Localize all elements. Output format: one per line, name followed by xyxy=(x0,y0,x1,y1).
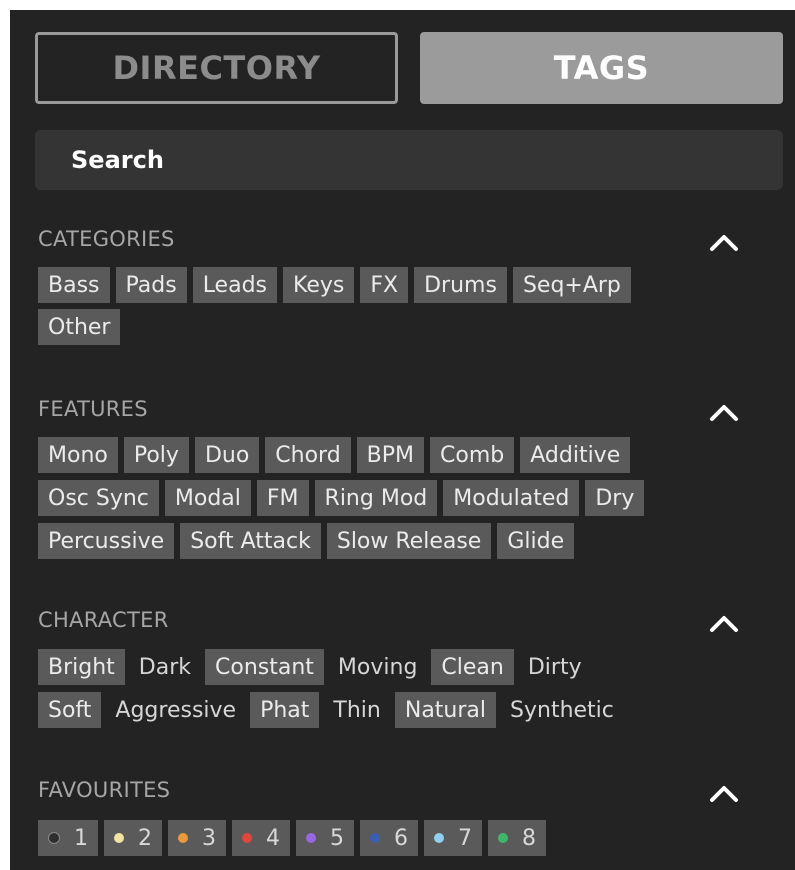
favourite-8[interactable]: 8 xyxy=(488,820,546,856)
section-title-favourites: FAVOURITES xyxy=(38,778,171,802)
features-tag-modulated[interactable]: Modulated xyxy=(443,480,580,516)
categories-row: Bass Pads Leads Keys FX Drums Seq+Arp xyxy=(38,267,631,303)
character-tag-thin[interactable]: Thin xyxy=(325,692,388,728)
chevron-up-icon[interactable] xyxy=(708,232,740,254)
color-dot-icon xyxy=(434,833,444,843)
character-row: Soft Aggressive Phat Thin Natural Synthetic xyxy=(38,692,622,728)
categories-tag-leads[interactable]: Leads xyxy=(192,267,278,303)
features-tag-osc-sync[interactable]: Osc Sync xyxy=(38,480,159,516)
categories-tag-seq-arp[interactable]: Seq+Arp xyxy=(512,267,631,303)
features-row: Mono Poly Duo Chord BPM Comb Additive xyxy=(38,437,631,473)
features-tag-mono[interactable]: Mono xyxy=(38,437,118,473)
favourite-number: 3 xyxy=(202,825,216,851)
favourite-number: 8 xyxy=(522,825,536,851)
features-tag-glide[interactable]: Glide xyxy=(497,523,575,559)
color-dot-icon xyxy=(48,832,60,844)
search-label: Search xyxy=(71,146,164,174)
character-tag-bright[interactable]: Bright xyxy=(38,649,125,685)
favourite-5[interactable]: 5 xyxy=(296,820,354,856)
color-dot-icon xyxy=(306,833,316,843)
features-tag-duo[interactable]: Duo xyxy=(194,437,260,473)
features-tag-slow-release[interactable]: Slow Release xyxy=(326,523,492,559)
features-tag-soft-attack[interactable]: Soft Attack xyxy=(180,523,321,559)
features-tag-additive[interactable]: Additive xyxy=(520,437,631,473)
favourite-7[interactable]: 7 xyxy=(424,820,482,856)
features-row: Osc Sync Modal FM Ring Mod Modulated Dry xyxy=(38,480,645,516)
features-tag-percussive[interactable]: Percussive xyxy=(38,523,175,559)
features-row: Percussive Soft Attack Slow Release Glide xyxy=(38,523,575,559)
features-tag-poly[interactable]: Poly xyxy=(123,437,189,473)
search-input[interactable]: Search xyxy=(35,130,783,190)
favourites-row: 1 2 3 4 5 6 7 8 xyxy=(38,820,546,856)
favourite-2[interactable]: 2 xyxy=(104,820,162,856)
character-row: Bright Dark Constant Moving Clean Dirty xyxy=(38,649,590,685)
categories-tag-other[interactable]: Other xyxy=(38,309,121,345)
tag-browser-panel: DIRECTORY TAGS Search CATEGORIES Bass Pad… xyxy=(10,10,795,870)
categories-row: Other xyxy=(38,309,121,345)
section-title-features: FEATURES xyxy=(38,397,148,421)
features-tag-modal[interactable]: Modal xyxy=(164,480,251,516)
favourite-number: 4 xyxy=(266,825,280,851)
favourite-number: 1 xyxy=(74,825,88,851)
favourite-3[interactable]: 3 xyxy=(168,820,226,856)
character-tag-soft[interactable]: Soft xyxy=(38,692,102,728)
character-tag-dark[interactable]: Dark xyxy=(131,649,199,685)
favourite-number: 7 xyxy=(458,825,472,851)
categories-tag-fx[interactable]: FX xyxy=(360,267,409,303)
character-tag-natural[interactable]: Natural xyxy=(394,692,497,728)
tab-tags[interactable]: TAGS xyxy=(420,32,783,104)
categories-tag-drums[interactable]: Drums xyxy=(414,267,507,303)
chevron-up-icon[interactable] xyxy=(708,783,740,805)
categories-tag-pads[interactable]: Pads xyxy=(115,267,187,303)
favourite-number: 5 xyxy=(330,825,344,851)
character-tag-synthetic[interactable]: Synthetic xyxy=(502,692,622,728)
character-tag-phat[interactable]: Phat xyxy=(250,692,320,728)
character-tag-constant[interactable]: Constant xyxy=(205,649,324,685)
color-dot-icon xyxy=(498,833,508,843)
chevron-up-icon[interactable] xyxy=(708,613,740,635)
favourite-6[interactable]: 6 xyxy=(360,820,418,856)
character-tag-dirty[interactable]: Dirty xyxy=(520,649,590,685)
favourite-4[interactable]: 4 xyxy=(232,820,290,856)
features-tag-comb[interactable]: Comb xyxy=(430,437,515,473)
favourite-1[interactable]: 1 xyxy=(38,820,98,856)
features-tag-dry[interactable]: Dry xyxy=(585,480,645,516)
chevron-up-icon[interactable] xyxy=(708,402,740,424)
favourite-number: 2 xyxy=(138,825,152,851)
favourite-number: 6 xyxy=(394,825,408,851)
color-dot-icon xyxy=(114,833,124,843)
section-title-character: CHARACTER xyxy=(38,608,169,632)
tab-directory[interactable]: DIRECTORY xyxy=(35,32,398,104)
character-tag-clean[interactable]: Clean xyxy=(431,649,514,685)
color-dot-icon xyxy=(242,833,252,843)
categories-tag-bass[interactable]: Bass xyxy=(38,267,110,303)
features-tag-fm[interactable]: FM xyxy=(256,480,309,516)
character-tag-aggressive[interactable]: Aggressive xyxy=(107,692,244,728)
color-dot-icon xyxy=(178,833,188,843)
section-title-categories: CATEGORIES xyxy=(38,227,175,251)
character-tag-moving[interactable]: Moving xyxy=(330,649,425,685)
features-tag-ring-mod[interactable]: Ring Mod xyxy=(314,480,438,516)
features-tag-bpm[interactable]: BPM xyxy=(356,437,425,473)
features-tag-chord[interactable]: Chord xyxy=(265,437,351,473)
categories-tag-keys[interactable]: Keys xyxy=(283,267,355,303)
color-dot-icon xyxy=(370,833,380,843)
